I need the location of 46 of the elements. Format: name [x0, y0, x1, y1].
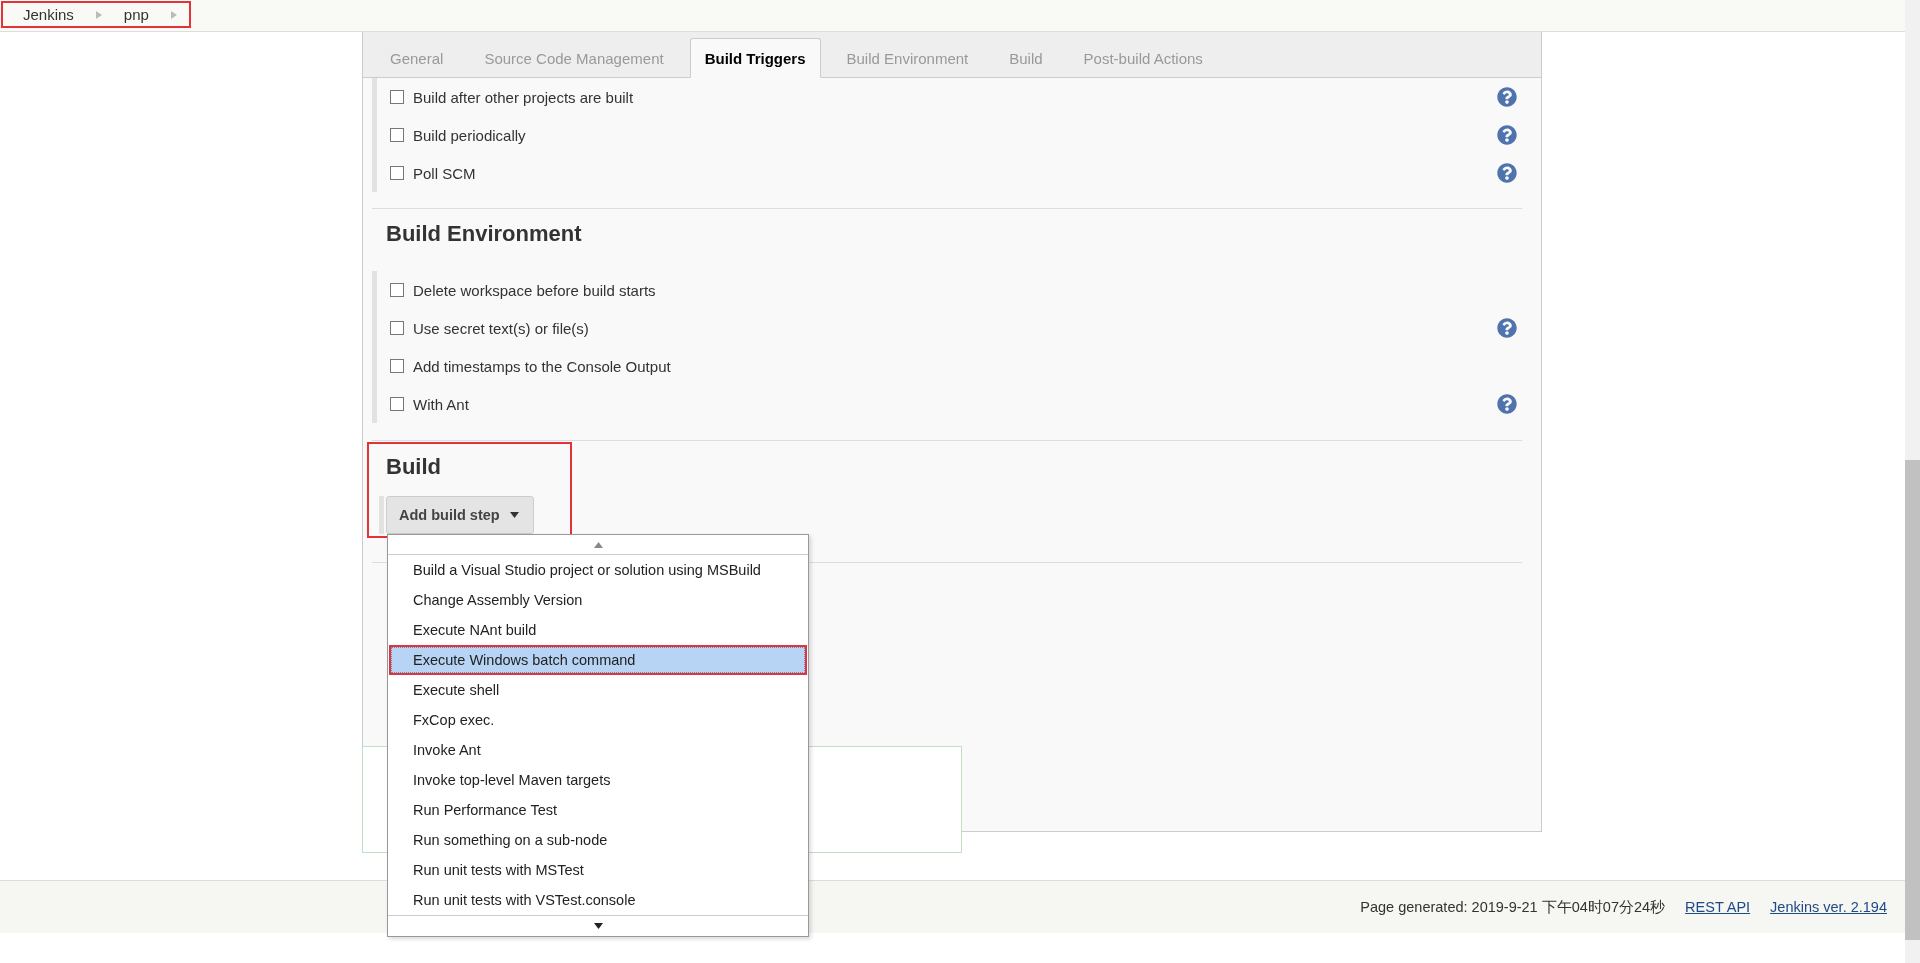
add-build-step-button[interactable]: Add build step [386, 496, 534, 534]
menu-item[interactable]: Invoke top-level Maven targets [391, 765, 805, 795]
menu-item[interactable]: Change Assembly Version [391, 585, 805, 615]
option-label: Build periodically [413, 126, 527, 144]
help-icon[interactable] [1497, 87, 1517, 107]
menu-item[interactable]: Run Performance Test [391, 795, 805, 825]
checkbox[interactable] [390, 283, 404, 297]
option-label: Delete workspace before build starts [413, 281, 657, 299]
tab[interactable]: Build Triggers [689, 38, 821, 78]
menu-item[interactable]: Execute Windows batch command [389, 645, 807, 675]
scroll-up-icon[interactable] [593, 541, 603, 548]
menu-item[interactable]: Execute shell [391, 675, 805, 705]
option-label: Build after other projects are built [413, 88, 635, 106]
breadcrumb-link[interactable]: Jenkins [23, 6, 74, 23]
breadcrumb-link[interactable]: pnp [123, 6, 149, 23]
caret-icon [509, 512, 519, 518]
scroll-down-icon[interactable] [593, 923, 603, 929]
help-icon[interactable] [1497, 125, 1517, 145]
help-icon[interactable] [1497, 318, 1517, 338]
checkbox[interactable] [390, 90, 404, 104]
checkbox[interactable] [390, 128, 404, 142]
scrollbar[interactable] [1905, 0, 1920, 963]
chevron-right-icon [170, 10, 177, 19]
page-generated-text: Page generated: 2019-9-21 下午04时07分24秒 [1360, 897, 1666, 917]
checkbox[interactable] [390, 359, 404, 373]
checkbox[interactable] [390, 397, 404, 411]
section-heading: Build Environment [386, 221, 583, 247]
menu-item[interactable]: FxCop exec. [391, 705, 805, 735]
option-label: Poll SCM [413, 164, 477, 182]
menu-item[interactable]: Invoke Ant [391, 735, 805, 765]
checkbox[interactable] [390, 166, 404, 180]
help-icon[interactable] [1497, 394, 1517, 414]
menu-item[interactable]: Run unit tests with MSTest [391, 855, 805, 885]
footer-link[interactable]: REST API [1685, 899, 1751, 915]
chevron-right-icon [95, 10, 102, 19]
menu-item[interactable]: Run something on a sub-node [391, 825, 805, 855]
menu-item[interactable]: Build a Visual Studio project or solution using MSBuild [391, 555, 805, 585]
option-label: Use secret text(s) or file(s) [413, 319, 590, 337]
checkbox[interactable] [390, 321, 404, 335]
menu-item[interactable]: Run unit tests with VSTest.console [391, 885, 805, 915]
option-label: With Ant [413, 395, 470, 413]
footer-link[interactable]: Jenkins ver. 2.194 [1770, 899, 1887, 915]
option-label: Add timestamps to the Console Output [413, 357, 672, 375]
menu-item[interactable]: Execute NAnt build [391, 615, 805, 645]
section-heading: Build [386, 454, 442, 480]
help-icon[interactable] [1497, 163, 1517, 183]
